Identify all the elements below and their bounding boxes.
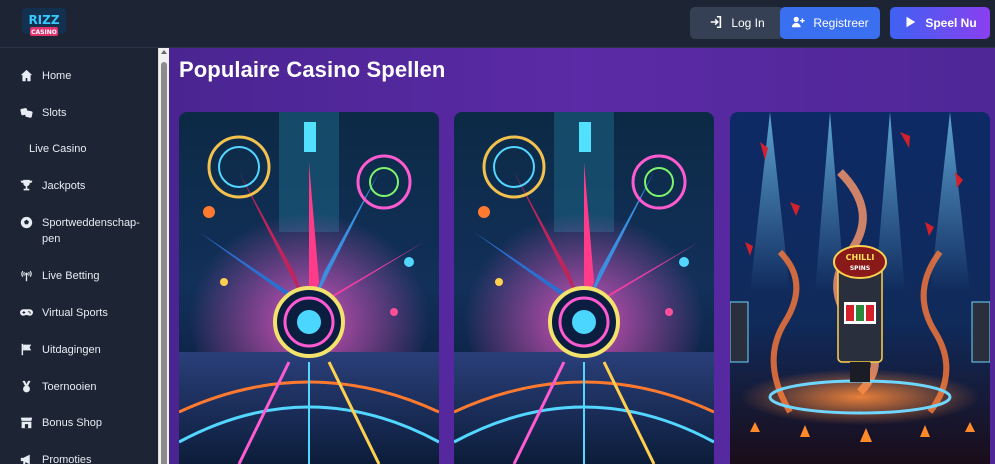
sidebar-item-home[interactable]: Home: [20, 69, 71, 82]
sidebar-item-live-casino[interactable]: Live Casino: [29, 143, 86, 155]
register-button[interactable]: Registreer: [780, 7, 880, 39]
svg-text:RIZZ: RIZZ: [28, 13, 59, 27]
sidebar-item-virtual-sports[interactable]: Virtual Sports: [20, 306, 108, 319]
sidebar-item-label: Live Casino: [29, 143, 87, 155]
sidebar-item-sportsbetting[interactable]: Sportweddenschap- pen: [20, 216, 140, 247]
page-title: Populaire Casino Spellen: [179, 57, 446, 82]
medal-icon: [20, 380, 33, 393]
megaphone-icon: [20, 453, 33, 464]
add-user-icon: [791, 15, 805, 32]
casino-logo[interactable]: RIZZ CASINO: [20, 4, 68, 42]
soccer-ball-icon: [20, 216, 33, 229]
shop-icon: [20, 416, 33, 429]
register-label: Registreer: [813, 16, 869, 30]
sidebar-item-label: Jackpots: [42, 179, 86, 192]
login-label: Log In: [731, 16, 765, 30]
gamepad-icon: [20, 306, 33, 319]
sidebar-item-label: Bonus Shop: [42, 416, 102, 429]
svg-text:SPINS: SPINS: [850, 265, 870, 272]
sidebar-scrollbar[interactable]: [158, 48, 169, 464]
flag-icon: [20, 343, 33, 356]
trophy-icon: [20, 179, 33, 192]
sidebar-item-label: Toernooien: [42, 380, 97, 393]
home-icon: [20, 69, 33, 82]
login-icon: [709, 15, 723, 32]
game-card[interactable]: [179, 112, 439, 464]
sidebar-item-challenges[interactable]: Uitdagingen: [20, 343, 101, 356]
sidebar-item-promotions[interactable]: Promoties: [20, 453, 92, 464]
chilli-slot-machine-artwork: CHILLI SPINS: [730, 112, 990, 464]
broadcast-icon: [20, 269, 33, 282]
sidebar-item-label: Home: [42, 69, 72, 82]
slots-icon: [20, 106, 33, 119]
sidebar: Home Slots Live Casino Jackpots Sportwed…: [0, 48, 158, 464]
play-label: Speel Nu: [925, 16, 977, 30]
play-icon: [903, 15, 917, 32]
sidebar-item-label: Virtual Sports: [42, 306, 108, 319]
game-card[interactable]: CHILLI SPINS: [730, 112, 990, 464]
login-button[interactable]: Log In: [690, 7, 784, 39]
sidebar-item-live-betting[interactable]: Live Betting: [20, 269, 99, 282]
game-card[interactable]: [454, 112, 714, 464]
svg-text:CASINO: CASINO: [31, 29, 57, 36]
top-header: RIZZ CASINO Log In Registreer Speel Nu: [0, 0, 995, 48]
sidebar-item-label: Uitdagingen: [42, 343, 101, 356]
sidebar-item-slots[interactable]: Slots: [20, 106, 66, 119]
sidebar-item-label: Promoties: [42, 453, 92, 464]
play-now-button[interactable]: Speel Nu: [890, 7, 990, 39]
sidebar-item-jackpots[interactable]: Jackpots: [20, 179, 85, 192]
sidebar-item-label: Slots: [42, 106, 67, 119]
sidebar-item-tournaments[interactable]: Toernooien: [20, 380, 96, 393]
neon-portal-artwork: [179, 112, 439, 464]
sidebar-item-label: Sportweddenschap- pen: [42, 217, 140, 245]
scrollbar-thumb[interactable]: [161, 62, 167, 464]
sidebar-item-label: Live Betting: [42, 269, 100, 282]
sidebar-item-bonus-shop[interactable]: Bonus Shop: [20, 416, 102, 429]
main-content: Populaire Casino Spellen CHILLI SPINS: [169, 48, 995, 464]
scroll-up-arrow-icon[interactable]: [161, 50, 167, 54]
neon-portal-artwork: [454, 112, 714, 464]
slot-title-text: CHILLI: [846, 253, 875, 262]
